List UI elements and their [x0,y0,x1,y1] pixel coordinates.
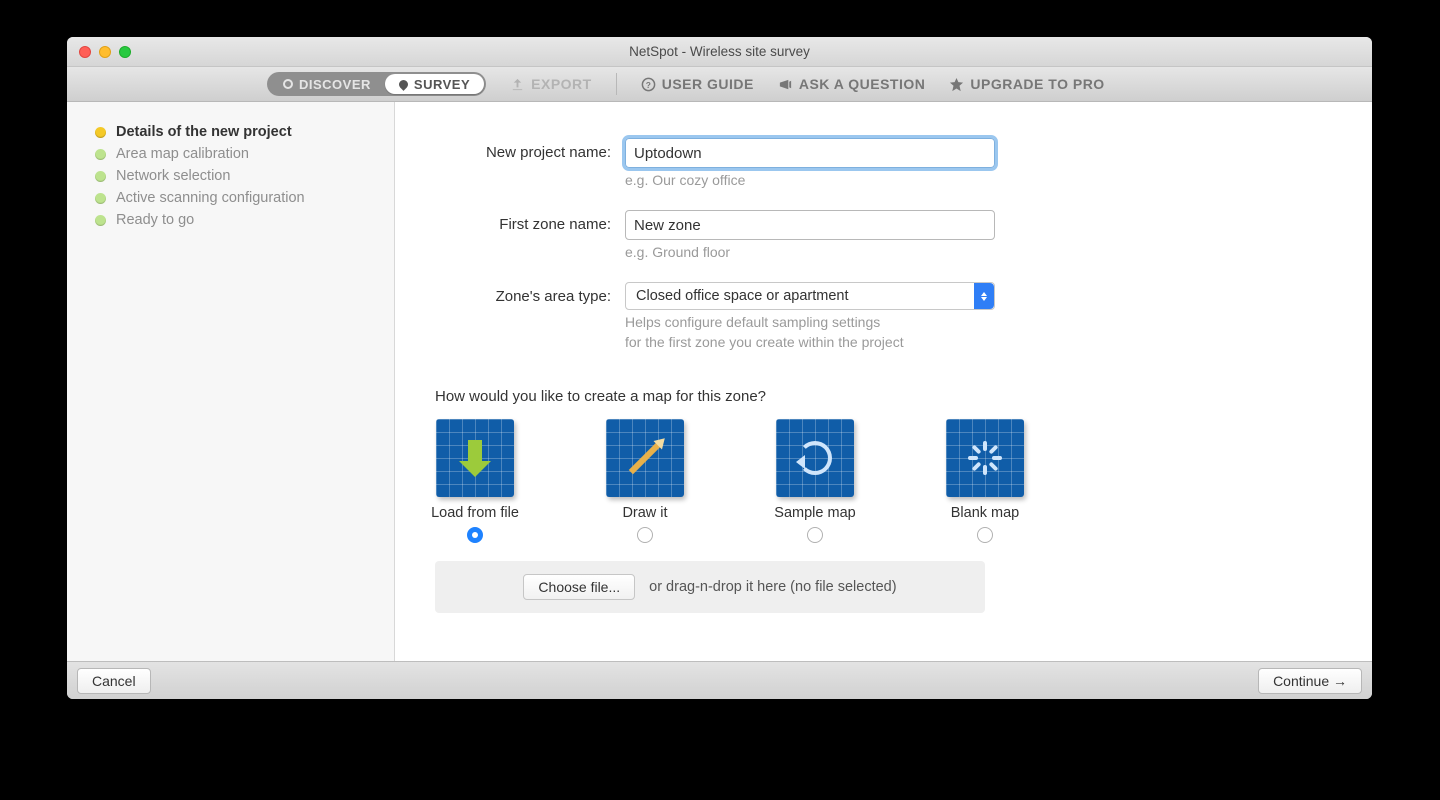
refresh-icon [798,441,832,475]
toolbar-separator [616,73,617,95]
step-details[interactable]: Details of the new project [95,124,376,140]
target-icon [283,79,293,89]
megaphone-icon [778,77,793,92]
pencil-icon [629,442,662,475]
export-label: EXPORT [531,76,592,92]
steps-sidebar: Details of the new project Area map cali… [67,102,395,661]
load-file-tile [436,419,514,497]
option-radio[interactable] [637,527,653,543]
upgrade-button[interactable]: UPGRADE TO PRO [949,76,1104,92]
chevron-updown-icon [974,283,994,309]
option-radio[interactable] [977,527,993,543]
step-ready[interactable]: Ready to go [95,212,376,228]
zone-name-hint: e.g. Ground floor [625,244,1005,260]
zone-name-label: First zone name: [435,210,625,233]
bullet-icon [95,127,106,138]
map-question: How would you like to create a map for t… [435,388,1332,405]
upgrade-label: UPGRADE TO PRO [970,76,1104,92]
project-name-label: New project name: [435,138,625,161]
ask-question-button[interactable]: ASK A QUESTION [778,76,926,92]
project-name-input[interactable] [625,138,995,168]
main-panel: New project name: e.g. Our cozy office F… [395,102,1372,661]
continue-button[interactable]: Continue → [1258,668,1362,694]
user-guide-button[interactable]: ? USER GUIDE [641,76,754,92]
option-draw-it[interactable]: Draw it [595,419,695,543]
option-label: Blank map [935,505,1035,521]
svg-text:?: ? [645,79,651,89]
step-label: Area map calibration [116,146,249,162]
area-type-label: Zone's area type: [435,282,625,305]
step-label: Ready to go [116,212,194,228]
app-window: NetSpot - Wireless site survey DISCOVER … [67,37,1372,699]
sample-tile [776,419,854,497]
user-guide-label: USER GUIDE [662,76,754,92]
step-scanning[interactable]: Active scanning configuration [95,190,376,206]
blank-tile [946,419,1024,497]
option-label: Sample map [765,505,865,521]
cancel-button[interactable]: Cancel [77,668,151,694]
help-icon: ? [641,77,656,92]
area-type-hint-2: for the first zone you create within the… [625,334,1005,350]
area-type-select[interactable]: Closed office space or apartment [625,282,995,310]
discover-label: DISCOVER [299,77,371,92]
draw-tile [606,419,684,497]
option-label: Load from file [425,505,525,521]
dropzone-status: or drag-n-drop it here (no file selected… [649,579,896,595]
survey-tab[interactable]: SURVEY [385,74,484,94]
choose-file-button[interactable]: Choose file... [523,574,635,600]
download-arrow-icon [459,440,491,477]
bullet-icon [95,193,106,204]
project-name-hint: e.g. Our cozy office [625,172,1005,188]
option-radio[interactable] [467,527,483,543]
file-dropzone[interactable]: Choose file... or drag-n-drop it here (n… [435,561,985,613]
option-blank-map[interactable]: Blank map [935,419,1035,543]
map-options: Load from file Draw it Sample map [425,419,1332,543]
bullet-icon [95,171,106,182]
option-load-from-file[interactable]: Load from file [425,419,525,543]
zone-name-input[interactable] [625,210,995,240]
export-button: EXPORT [510,76,592,92]
pin-icon [397,78,410,91]
ask-label: ASK A QUESTION [799,76,926,92]
survey-label: SURVEY [414,77,470,92]
titlebar: NetSpot - Wireless site survey [67,37,1372,67]
option-sample-map[interactable]: Sample map [765,419,865,543]
bullet-icon [95,215,106,226]
option-radio[interactable] [807,527,823,543]
toolbar: DISCOVER SURVEY EXPORT ? USER GUIDE ASK … [67,67,1372,102]
spinner-icon [968,441,1002,475]
step-network[interactable]: Network selection [95,168,376,184]
footer: Cancel Continue → [67,661,1372,699]
area-type-hint-1: Helps configure default sampling setting… [625,314,1005,330]
step-calibration[interactable]: Area map calibration [95,146,376,162]
step-label: Network selection [116,168,230,184]
area-type-value: Closed office space or apartment [636,288,849,304]
export-icon [510,77,525,92]
window-title: NetSpot - Wireless site survey [67,44,1372,59]
step-label: Details of the new project [116,124,292,140]
step-label: Active scanning configuration [116,190,305,206]
star-icon [949,77,964,92]
mode-toggle: DISCOVER SURVEY [267,72,486,96]
discover-tab[interactable]: DISCOVER [269,74,385,94]
option-label: Draw it [595,505,695,521]
bullet-icon [95,149,106,160]
